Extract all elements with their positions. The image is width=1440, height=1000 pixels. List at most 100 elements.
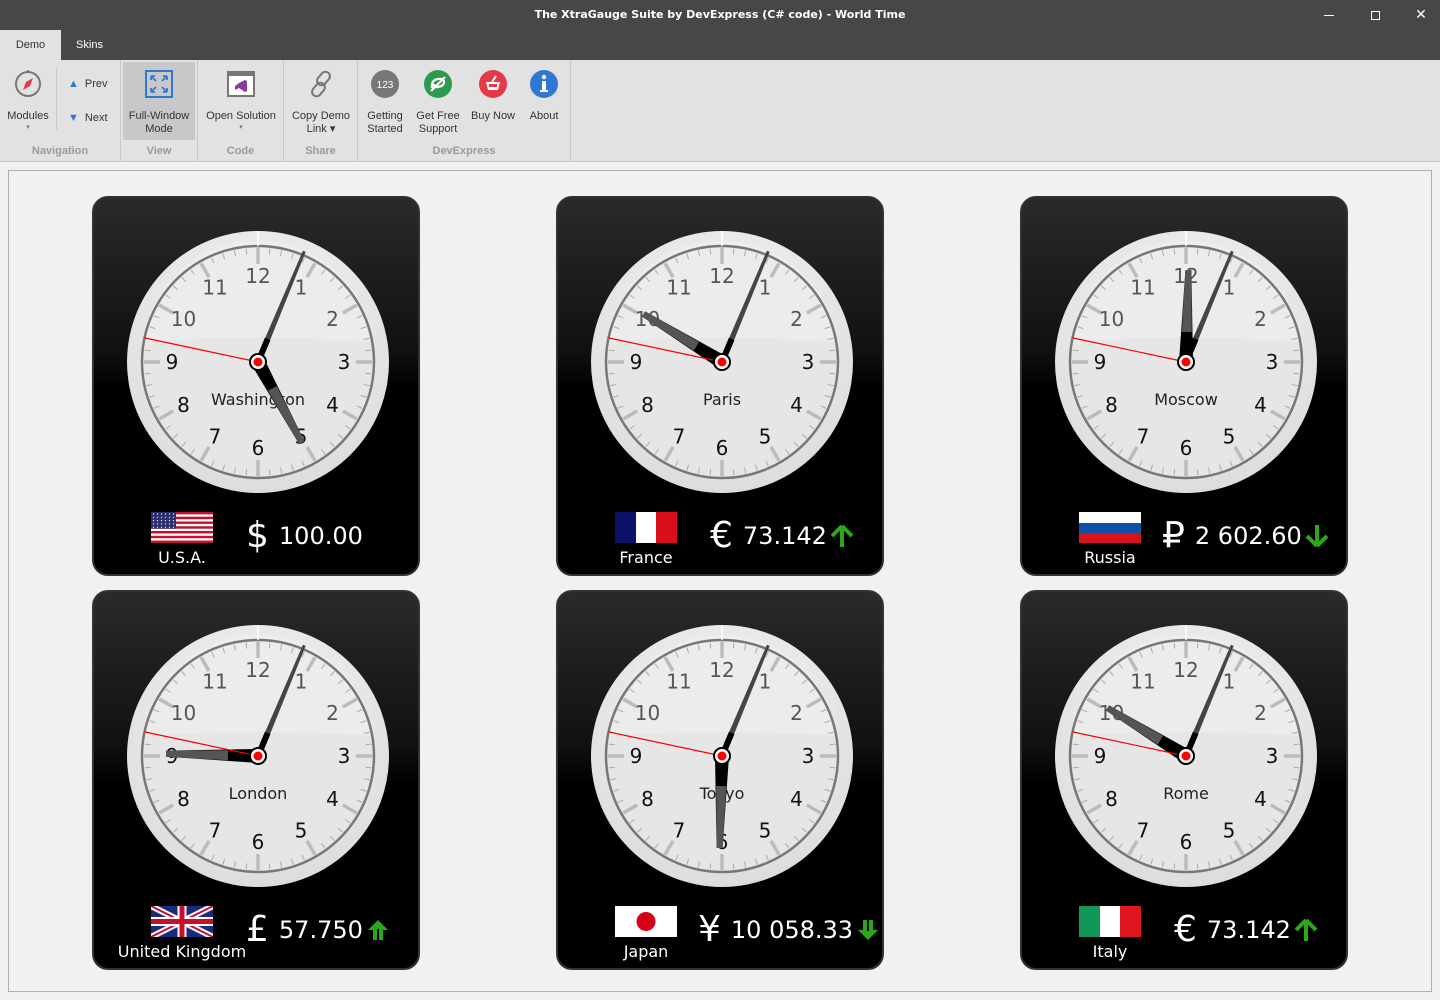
minor-tick [268,863,271,870]
copy-demo-link-button[interactable]: Copy Demo Link ▾ [286,62,356,140]
getting-started-button[interactable]: 123 Getting Started [360,62,410,140]
minor-tick [1173,863,1176,870]
hour-numeral: 5 [1223,424,1236,448]
hour-numeral: 12 [709,264,734,288]
hour-numeral: 7 [209,424,222,448]
support-text-1: Get Free [416,110,460,122]
copy-demo-link-label: Copy Demo Link ▾ [286,110,356,136]
hour-numeral: 4 [326,787,339,811]
hour-numeral: 1 [759,276,772,300]
hour-numeral: 2 [1254,701,1267,725]
open-solution-text: Open Solution [206,110,276,122]
minor-tick [732,248,735,255]
getting-started-text-2: Started [367,123,403,135]
analog-clock-gauge: 123456789101112Paris [591,231,853,493]
minor-tick [365,743,372,746]
minor-tick [1072,372,1079,375]
modules-button[interactable]: Modules ▾ [2,62,54,140]
next-label: Next [84,112,108,124]
minor-tick [245,863,248,870]
hour-numeral: 9 [630,744,643,768]
country-name: France [619,548,673,567]
clock-card-moscow: 123456789101112MoscowRussia₽2 602.60 [1020,196,1348,576]
minor-tick [245,469,248,476]
hour-numeral: 5 [1223,818,1236,842]
minor-tick [1196,469,1199,476]
ribbon-tab-strip: Demo Skins [0,30,1440,60]
arrow-up-double-icon [367,920,388,940]
hour-numeral: 1 [1223,276,1236,300]
hour-numeral: 9 [1094,744,1107,768]
city-name: Washington [211,390,305,409]
hour-numeral: 10 [635,701,660,725]
clock-card-washington: 123456789101112WashingtonU.S.A.$100.00 [92,196,420,576]
hour-numeral: 6 [1180,830,1193,854]
ribbon-group-share: Copy Demo Link ▾ Share [284,60,358,161]
minor-tick [144,349,151,352]
minor-tick [829,349,836,352]
country-name: U.S.A. [158,548,206,567]
hour-numeral: 12 [709,658,734,682]
maximize-button[interactable] [1352,0,1398,30]
full-window-label: Full-Window Mode [123,110,195,136]
minor-tick [1196,248,1199,255]
minor-tick [608,349,615,352]
hour-numeral: 9 [1094,350,1107,374]
rate-value: 100.00 [278,522,363,550]
hour-numeral: 4 [790,787,803,811]
ribbon: Modules ▾ ▲ Prev ▼ Next Navigation Full-… [0,60,1440,162]
window-title: The XtraGauge Suite by DevExpress (C# co… [534,8,906,21]
hour-numeral: 7 [1137,818,1150,842]
group-label-share: Share [305,145,336,157]
minor-tick [1173,469,1176,476]
hour-numeral: 12 [245,658,270,682]
tab-skins[interactable]: Skins [61,30,118,60]
country-name: United Kingdom [117,942,247,961]
copy-demo-text-1: Copy Demo [291,110,351,122]
minor-tick [1173,642,1176,649]
exchange-rate: ¥10 058.33 [698,908,881,952]
hour-numeral: 5 [295,818,308,842]
hour-numeral: 6 [1180,436,1193,460]
about-button[interactable]: About [522,62,566,140]
exchange-rate: €73.142 [710,514,855,558]
country-name: Italy [1092,942,1128,961]
hour-numeral: 3 [1266,350,1279,374]
svg-text:123: 123 [377,80,394,91]
hour-numeral: 12 [245,264,270,288]
group-label-devexpress: DevExpress [432,145,496,157]
minor-tick [1293,743,1300,746]
modules-text: Modules [7,110,49,122]
minor-tick [829,766,836,769]
rate-value: 57.750 [278,916,363,944]
separator [56,68,57,130]
compass-icon [15,70,41,97]
fullscreen-icon [145,70,173,98]
buy-now-button[interactable]: Buy Now [466,62,520,140]
full-window-text-2: Mode [145,123,173,135]
open-solution-button[interactable]: Open Solution ▾ [202,62,280,140]
arrow-up-icon [830,524,854,547]
hour-numeral: 3 [802,744,815,768]
exchange-rate: $100.00 [246,514,363,558]
get-free-support-button[interactable]: Get Free Support [412,62,464,140]
minimize-button[interactable] [1306,0,1352,30]
open-solution-label: Open Solution ▾ [202,110,280,133]
minor-tick [245,642,248,649]
prev-button[interactable]: ▲ Prev [68,74,108,94]
minor-tick [1293,766,1300,769]
ribbon-group-navigation: Modules ▾ ▲ Prev ▼ Next Navigation [0,60,121,161]
full-window-mode-button[interactable]: Full-Window Mode [123,62,195,140]
minor-tick [732,863,735,870]
visual-studio-icon [227,71,255,97]
hour-numeral: 4 [1254,393,1267,417]
next-button[interactable]: ▼ Next [68,108,108,128]
clock-card-tokyo: 123456789101112TokyoJapan¥10 058.33 [556,590,884,970]
hour-numeral: 7 [673,818,686,842]
minor-tick [365,766,372,769]
arrow-down-icon [1305,525,1329,548]
tab-demo[interactable]: Demo [0,30,61,60]
close-button[interactable]: ✕ [1398,0,1440,30]
minor-tick [1293,372,1300,375]
flag-us-icon [151,512,213,543]
